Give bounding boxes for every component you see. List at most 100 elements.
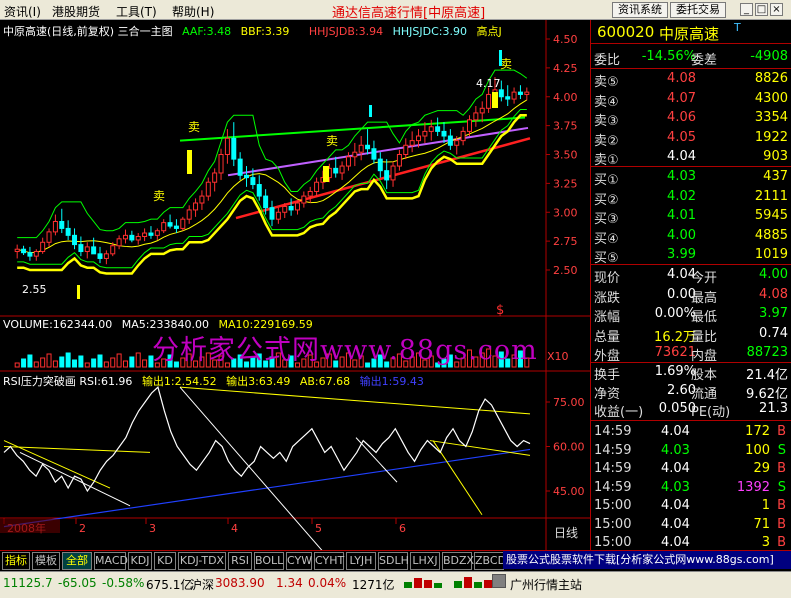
trade-price: 4.03 [661, 442, 690, 458]
volume-bar [21, 358, 27, 368]
volume-bar [40, 357, 46, 368]
buy-price: 3.99 [667, 247, 696, 262]
menu-hk-futures[interactable]: 港股期货 [52, 3, 100, 20]
tab-rsi[interactable]: RSI [228, 552, 252, 570]
stat-value: 21.3 [759, 401, 788, 416]
menu-tools[interactable]: 工具(T) [116, 3, 157, 20]
volume-bar [116, 353, 122, 368]
rsi-support-line [3, 448, 531, 528]
stat-label: 现价 [594, 271, 621, 286]
sell-row[interactable]: 卖⑤ 4.08 8826 [591, 71, 791, 90]
sell-row[interactable]: 卖② 4.05 1922 [591, 130, 791, 149]
candle-body [27, 252, 33, 257]
buy-row[interactable]: 买④ 4.00 4885 [591, 228, 791, 247]
promo-banner[interactable]: 股票公式股票软件下载[分析家公式网www.88gs.com] [503, 551, 791, 569]
tab-lyjh[interactable]: LYJH [346, 552, 376, 570]
candle-body [91, 246, 97, 255]
stock-code: 600020 [597, 23, 655, 41]
menu-help[interactable]: 帮助(H) [172, 3, 214, 20]
tab-lhxj[interactable]: LHXJ [410, 552, 440, 570]
sell-price: 4.04 [667, 149, 696, 164]
tab-boll[interactable]: BOLL [254, 552, 284, 570]
buy-row[interactable]: 买② 4.02 2111 [591, 189, 791, 208]
weicha-value: -4908 [750, 49, 788, 64]
main-chart-title: 中原高速(日线,前复权) 三合一主图 [3, 25, 173, 38]
sell-volume: 4300 [754, 90, 788, 106]
main-indicator-1: BBF:3.39 [240, 25, 290, 38]
main-indicator-0: AAF:3.48 [182, 25, 232, 38]
tab-kdj-tdx[interactable]: KDJ-TDX [178, 552, 226, 570]
x-tick-label: 5 [315, 522, 322, 535]
volume-bar [46, 353, 52, 368]
weibi-row: 委比 -14.56% 委差 -4908 [591, 49, 791, 68]
tab-sdlh[interactable]: SDLH [378, 552, 409, 570]
sz-index: 3083.90 [215, 576, 265, 590]
weibi-value: -14.56% [641, 49, 696, 64]
tab-全部[interactable]: 全部 [62, 552, 92, 570]
tab-zbcd[interactable]: ZBCD [474, 552, 506, 570]
signal-block-icon [187, 150, 192, 174]
trade-button[interactable]: 委托交易 [670, 2, 726, 18]
sh-change: -65.05 [58, 576, 97, 590]
rsi-legend: RSI压力突破画 RSI:61.96 输出1:2.54.52 输出3:63.49… [3, 373, 430, 389]
sell-row[interactable]: 卖④ 4.07 4300 [591, 91, 791, 110]
tab-cyht[interactable]: CYHT [314, 552, 344, 570]
tab-kdj[interactable]: KDJ [128, 552, 152, 570]
maximize-button[interactable]: □ [755, 3, 768, 16]
close-button[interactable]: × [770, 3, 783, 16]
trade-price: 4.04 [661, 461, 690, 476]
menu-info[interactable]: 资讯(I) [4, 3, 41, 20]
trade-direction: B [777, 535, 786, 550]
candle-body [205, 181, 211, 197]
candle-body [294, 202, 300, 211]
stat2-row: 换手 1.69% 股本 21.4亿 [591, 364, 791, 383]
buy-row[interactable]: 买① 4.03 437 [591, 169, 791, 188]
trade-direction: B [777, 516, 786, 532]
candle-body [224, 137, 230, 156]
stat-label: 涨幅 [594, 310, 621, 325]
candle-body [21, 248, 27, 254]
y-tick-label: 2.75 [553, 235, 578, 248]
trade-volume: 3 [761, 535, 770, 550]
tab-模板[interactable]: 模板 [32, 552, 60, 570]
buy-label: 买④ [594, 231, 619, 247]
tab-macd[interactable]: MACD [94, 552, 128, 570]
tab-kd[interactable]: KD [154, 552, 176, 570]
stat-value: 4.08 [759, 286, 788, 302]
stat2-row: 净资 2.60 流通 9.62亿 [591, 383, 791, 402]
tab-指标[interactable]: 指标 [2, 552, 30, 570]
trade-volume: 1 [761, 498, 770, 513]
trade-time: 15:00 [594, 498, 632, 513]
candle-body [237, 158, 243, 176]
chart-canvas[interactable]: 4.50 4.25 4.00 3.75 3.50 3.25 3.00 2.75 2.50 2.55… [0, 20, 590, 550]
main-indicator-2: HHJSJDB:3.94 [308, 25, 384, 38]
volume-bar [65, 352, 71, 368]
minimize-button[interactable]: _ [740, 3, 753, 16]
signal-block-icon [492, 92, 498, 108]
chart-area[interactable]: 4.50 4.25 4.00 3.75 3.50 3.25 3.00 2.75 2.50 2.55… [0, 20, 590, 550]
trade-price: 4.04 [661, 535, 690, 550]
server-name: 广州行情主站 [510, 578, 583, 592]
candle-body [122, 234, 128, 240]
candle-body [416, 135, 422, 142]
tab-cyw[interactable]: CYW [286, 552, 312, 570]
trade-volume: 100 [745, 442, 770, 458]
info-system-button[interactable]: 资讯系统 [612, 2, 668, 18]
candle-body [59, 220, 65, 229]
tab-bdzx[interactable]: BDZX [442, 552, 474, 570]
volume-bar [14, 362, 20, 368]
volume-bar [52, 360, 58, 368]
buy-row[interactable]: 买③ 4.01 5945 [591, 208, 791, 227]
sell-volume: 903 [763, 149, 788, 164]
sell-volume: 1922 [754, 129, 788, 145]
volume-bar [33, 361, 39, 368]
candle-body [199, 195, 205, 204]
volume-bar [103, 361, 109, 368]
candle-body [473, 112, 479, 121]
stat-value: 88723 [746, 345, 788, 360]
period-label: 日线 [554, 526, 579, 540]
candle-body [72, 234, 78, 246]
low-price-label: 2.55 [22, 283, 47, 296]
trade-row: 14:59 4.04 29 B [591, 461, 791, 479]
sell-row[interactable]: 卖③ 4.06 3354 [591, 110, 791, 129]
